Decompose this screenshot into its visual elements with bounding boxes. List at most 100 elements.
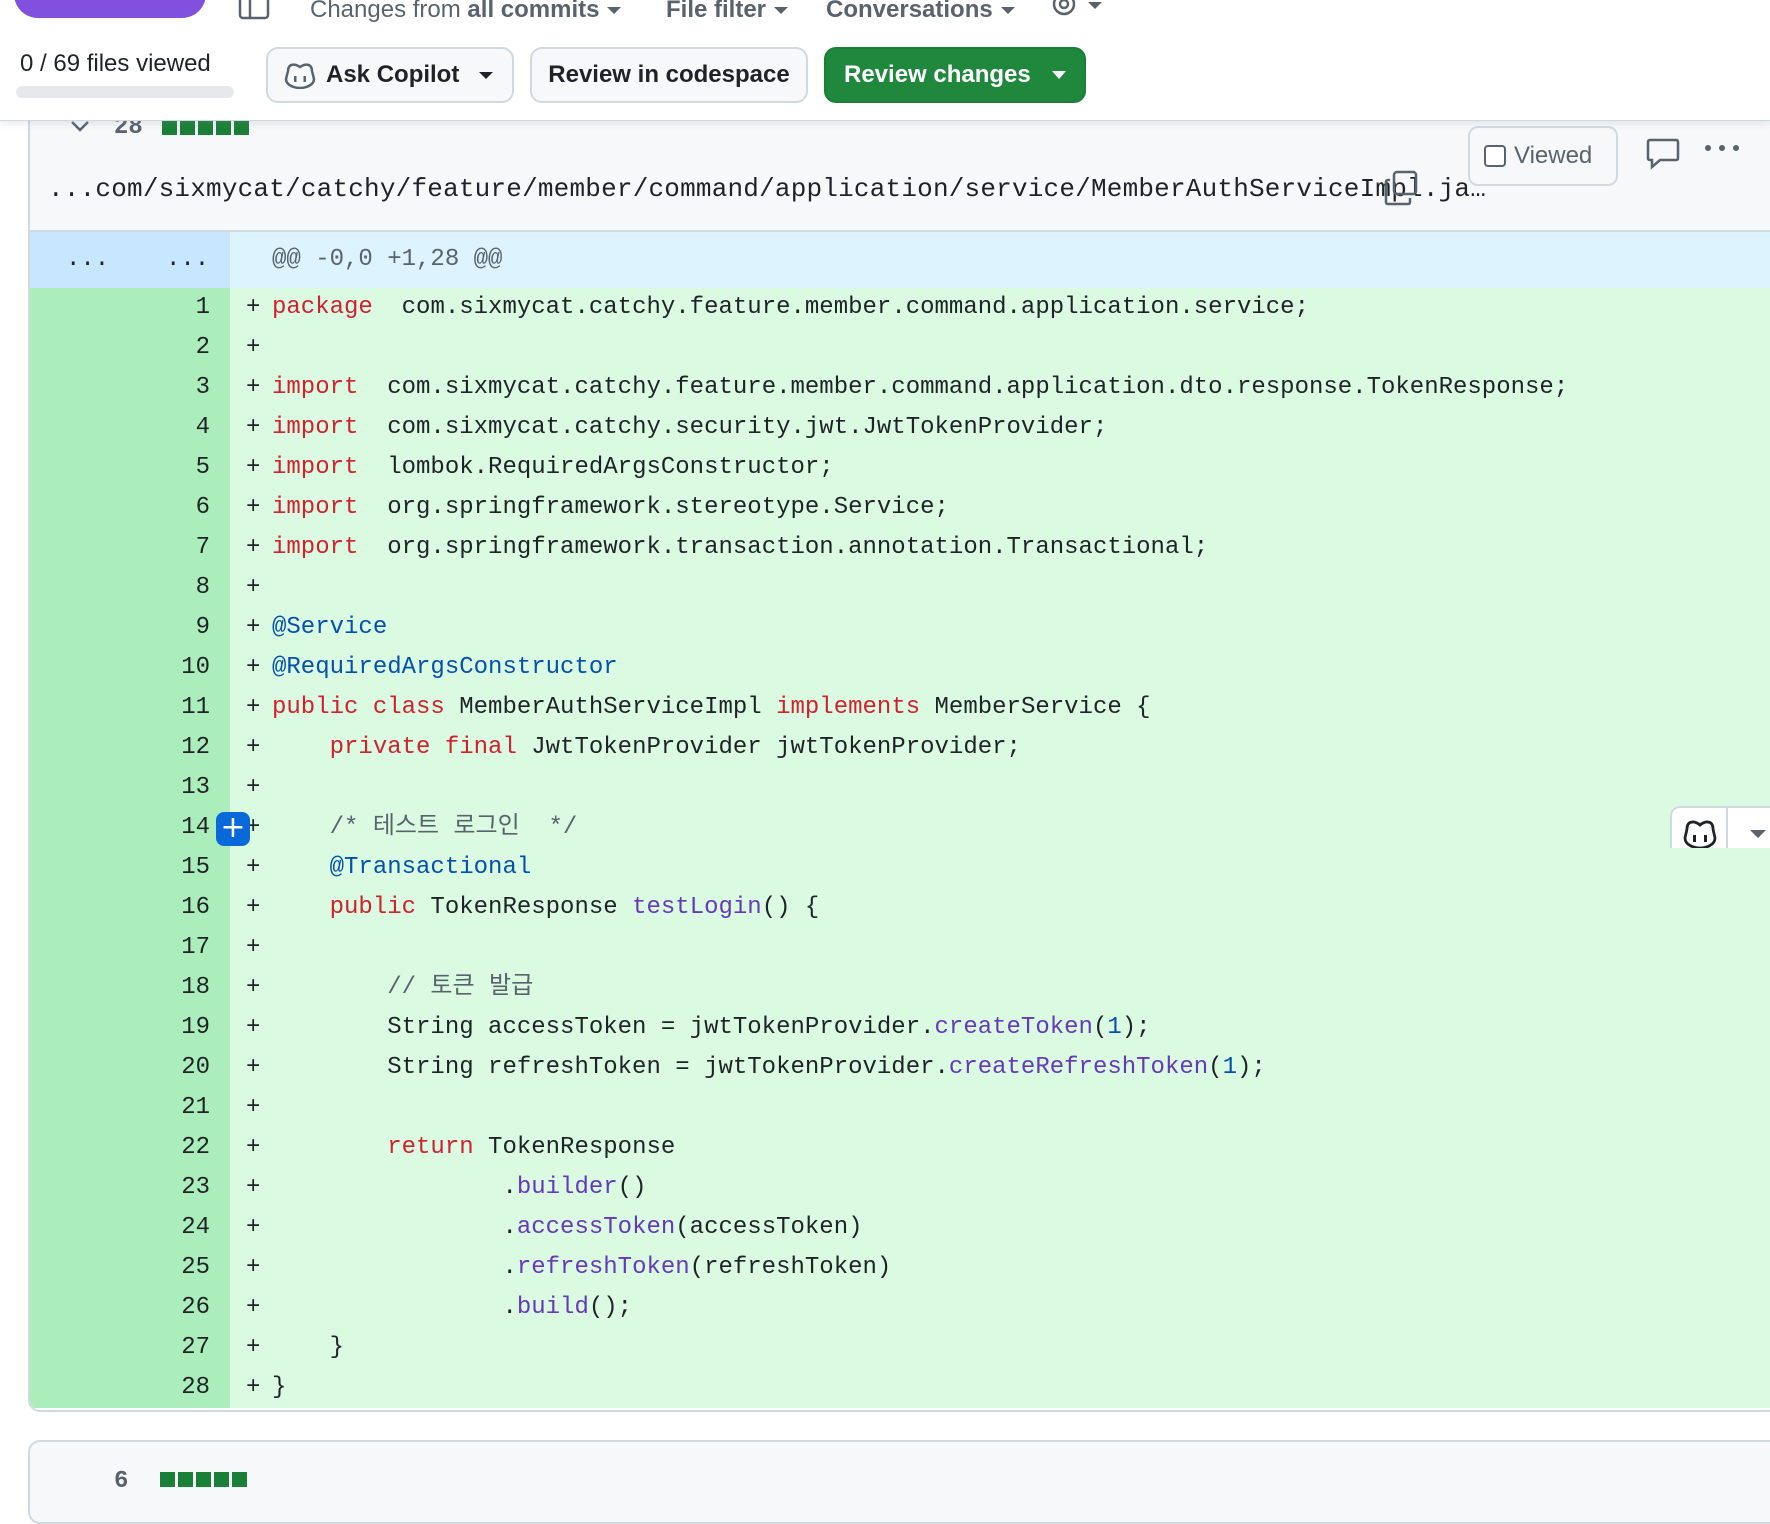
line-number-gutter[interactable]: 17	[30, 928, 230, 968]
file-filter-dropdown[interactable]: File filter	[666, 0, 789, 24]
addition-marker: +	[246, 1334, 261, 1361]
line-number: 5	[195, 454, 210, 481]
line-number-gutter[interactable]: 8	[30, 568, 230, 608]
code-token: refreshToken	[516, 1254, 690, 1281]
expand-old-lines[interactable]: ...	[66, 246, 109, 273]
addition-marker: +	[246, 894, 261, 921]
sidebar-layout-icon[interactable]	[238, 0, 270, 20]
line-number: 17	[181, 934, 210, 961]
kebab-horizontal-icon[interactable]	[1702, 136, 1742, 170]
changes-from-label: Changes from	[310, 0, 461, 23]
code-text: private final JwtTokenProvider jwtTokenP…	[272, 728, 1021, 768]
code-token: public class	[272, 694, 445, 721]
code-token: String accessToken = jwtTokenProvider.	[272, 1014, 935, 1041]
line-number-gutter[interactable]: 24	[30, 1208, 230, 1248]
line-number-gutter[interactable]: 9	[30, 608, 230, 648]
diff-line: 1 + package com.sixmycat.catchy.feature.me…	[30, 288, 1770, 328]
code-token: );	[1236, 1054, 1266, 1081]
line-number-gutter[interactable]: 4	[30, 408, 230, 448]
addition-marker: +	[246, 414, 261, 441]
addition-marker: +	[246, 734, 261, 761]
line-number-gutter[interactable]: 27	[30, 1328, 230, 1368]
line-number-gutter[interactable]: 14	[30, 808, 230, 848]
line-number-gutter[interactable]: 26	[30, 1288, 230, 1328]
code-token: import	[272, 414, 359, 441]
comment-icon[interactable]	[1646, 136, 1680, 170]
code-token: @Transactional	[329, 854, 532, 881]
code-cell	[230, 328, 1770, 368]
code-text: return TokenResponse	[272, 1128, 675, 1168]
line-number-gutter[interactable]: 5	[30, 448, 230, 488]
code-text: }	[272, 1328, 344, 1368]
code-text: .refreshToken(refreshToken)	[272, 1248, 891, 1288]
gear-icon[interactable]	[1048, 0, 1108, 24]
line-number-gutter[interactable]: 15	[30, 848, 230, 888]
line-number-gutter[interactable]: 10	[30, 648, 230, 688]
code-token: return	[387, 1134, 474, 1161]
line-number-gutter[interactable]: 6	[30, 488, 230, 528]
line-number-gutter[interactable]: 1	[30, 288, 230, 328]
line-number-gutter[interactable]: 21	[30, 1088, 230, 1128]
code-text: import com.sixmycat.catchy.feature.membe…	[272, 368, 1568, 408]
diff-line: 15 + @Transactional	[30, 848, 1770, 888]
file-diff-card: 28 ...com/sixmycat/catchy/feature/member…	[28, 108, 1770, 1412]
ask-copilot-button[interactable]: Ask Copilot	[266, 47, 514, 103]
review-changes-button[interactable]: Review changes	[824, 47, 1086, 103]
copy-icon[interactable]	[1384, 170, 1420, 206]
addition-marker: +	[246, 1254, 261, 1281]
code-token: (refreshToken)	[689, 1254, 892, 1281]
files-viewed-progress	[16, 86, 234, 98]
line-number-gutter[interactable]: 13	[30, 768, 230, 808]
diff-line: 27 + }	[30, 1328, 1770, 1368]
add-line-comment-button[interactable]: +	[216, 812, 250, 846]
changes-from-dropdown[interactable]: Changes from all commits	[310, 0, 622, 24]
caret-down-icon[interactable]	[1750, 830, 1766, 838]
line-number: 11	[181, 694, 210, 721]
code-token: testLogin	[632, 894, 762, 921]
line-number-gutter[interactable]: 18	[30, 968, 230, 1008]
line-number-gutter[interactable]: 28	[30, 1368, 230, 1408]
line-number-gutter[interactable]: 22	[30, 1128, 230, 1168]
diff-line: 18 + // 토큰 발급	[30, 968, 1770, 1008]
addition-marker: +	[246, 694, 261, 721]
line-number-gutter[interactable]: 19	[30, 1008, 230, 1048]
diff-line: 7 + import org.springframework.transaction…	[30, 528, 1770, 568]
code-token: build	[516, 1294, 589, 1321]
line-number-gutter[interactable]: 7	[30, 528, 230, 568]
code-token: }	[272, 1374, 287, 1401]
review-in-codespace-button[interactable]: Review in codespace	[530, 47, 808, 103]
files-viewed-count: 0 / 69 files viewed	[20, 50, 211, 77]
conversations-dropdown[interactable]: Conversations	[826, 0, 1015, 24]
code-token: TokenResponse	[473, 1134, 676, 1161]
code-token: implements	[776, 694, 921, 721]
viewed-checkbox[interactable]	[1484, 145, 1506, 167]
caret-down-icon	[479, 71, 494, 79]
addition-marker: +	[246, 774, 261, 801]
code-token: (accessToken)	[675, 1214, 863, 1241]
pr-status-pill[interactable]	[14, 0, 206, 18]
code-cell	[230, 1328, 1770, 1368]
code-token: @Service	[272, 614, 388, 641]
line-number: 3	[195, 374, 210, 401]
code-token: .	[272, 1294, 517, 1321]
viewed-checkbox-button[interactable]: Viewed	[1468, 126, 1618, 186]
expand-new-lines[interactable]: ...	[166, 246, 209, 273]
line-number: 26	[181, 1294, 210, 1321]
line-number-gutter[interactable]: 3	[30, 368, 230, 408]
line-number-gutter[interactable]: 16	[30, 888, 230, 928]
hunk-header-row: ... ... @@ -0,0 +1,28 @@	[30, 232, 1770, 288]
line-number-gutter[interactable]: 23	[30, 1168, 230, 1208]
line-number-gutter[interactable]: 20	[30, 1048, 230, 1088]
diff-line: 12 + private final JwtTokenProvider jwtTo…	[30, 728, 1770, 768]
caret-down-icon	[1000, 7, 1015, 15]
addition-marker: +	[246, 1094, 261, 1121]
diffstat-count: 6	[114, 1468, 129, 1495]
file-path[interactable]: ...com/sixmycat/catchy/feature/member/co…	[48, 174, 1486, 204]
line-number-gutter[interactable]: 11	[30, 688, 230, 728]
line-number-gutter[interactable]: 2	[30, 328, 230, 368]
addition-marker: +	[246, 1374, 261, 1401]
line-number-gutter[interactable]: 12	[30, 728, 230, 768]
line-number-gutter[interactable]: 25	[30, 1248, 230, 1288]
line-number: 1	[195, 294, 210, 321]
